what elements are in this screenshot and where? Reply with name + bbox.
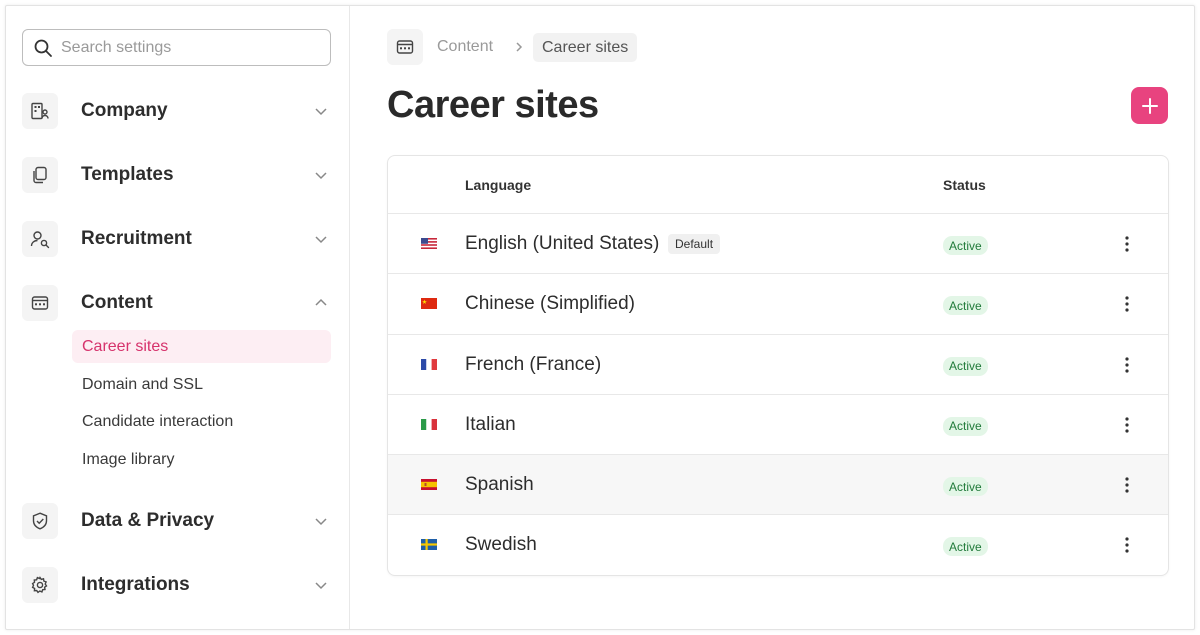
page-title: Career sites [387,84,599,126]
language-name: Swedish [465,534,537,556]
chevron-down-icon [315,518,327,526]
se-flag-icon [421,539,437,551]
sidebar-section-integrations[interactable]: Integrations [22,566,331,604]
sidebar-section-label: Company [81,100,168,121]
copy-icon [22,157,58,193]
language-name: French (France) [465,353,602,375]
settings-window: Company Templates [5,5,1195,630]
more-options-icon[interactable] [1119,355,1135,375]
language-name: Italian [465,413,516,435]
chevron-up-icon [315,298,327,306]
language-name: Spanish [465,474,534,496]
sidebar-section-templates[interactable]: Templates [22,156,331,194]
fr-flag-icon [421,358,437,370]
search-input[interactable] [61,38,321,57]
main-content: Content Career sites Career sites Langua… [350,6,1194,629]
status-badge: Active [943,477,988,497]
status-badge: Active [943,416,988,436]
search-icon [34,39,52,57]
column-header-language: Language [465,177,532,193]
status-badge: Active [943,296,988,316]
browser-window-icon [387,29,423,65]
column-header-status: Status [943,177,986,193]
es-flag-icon [421,479,437,491]
chevron-down-icon [315,172,327,180]
table-row[interactable]: Spanish Active [388,455,1168,516]
language-name: Chinese (Simplified) [465,293,636,315]
chevron-right-icon [516,42,523,52]
more-options-icon[interactable] [1119,415,1135,435]
more-options-icon[interactable] [1119,475,1135,495]
sidebar-section-label: Integrations [81,574,190,595]
us-flag-icon [421,238,437,249]
table-row[interactable]: French (France) Active [388,335,1168,395]
breadcrumb-parent-link[interactable]: Content [437,38,493,56]
search-box[interactable] [22,29,331,66]
sidebar-item-domain-ssl[interactable]: Domain and SSL [72,368,331,401]
sidebar-section-label: Templates [81,164,174,185]
it-flag-icon [421,418,437,430]
sidebar-section-data-privacy[interactable]: Data & Privacy [22,502,331,540]
status-badge: Active [943,236,988,255]
plus-icon [1141,97,1158,114]
more-options-icon[interactable] [1119,535,1135,555]
add-career-site-button[interactable] [1131,87,1168,124]
chevron-down-icon [315,236,327,244]
status-badge: Active [943,537,988,557]
chevron-down-icon [315,582,327,590]
sidebar-item-career-sites[interactable]: Career sites [72,330,331,363]
table-row[interactable]: Italian Active [388,395,1168,456]
sidebar-section-label: Recruitment [81,228,192,249]
sidebar-section-label: Data & Privacy [81,510,215,531]
career-sites-table: Language Status English (United States) … [387,155,1169,576]
table-row[interactable]: Swedish Active [388,515,1168,575]
sidebar-section-recruitment[interactable]: Recruitment [22,220,331,258]
breadcrumb-current: Career sites [533,33,638,62]
chevron-down-icon [315,108,327,116]
sidebar-item-candidate-interaction[interactable]: Candidate interaction [72,405,331,438]
sidebar-section-label: Content [81,292,153,313]
gear-icon [22,567,58,603]
shield-check-icon [22,503,58,539]
more-options-icon[interactable] [1119,294,1135,314]
sidebar-section-content[interactable]: Content [22,284,331,322]
building-person-icon [22,93,58,129]
status-badge: Active [943,356,988,376]
sidebar-section-company[interactable]: Company [22,92,331,130]
cn-flag-icon [421,298,437,310]
user-search-icon [22,221,58,257]
sidebar: Company Templates [6,6,350,629]
more-options-icon[interactable] [1119,234,1135,254]
table-row[interactable]: English (United States) Default Active [388,214,1168,275]
sidebar-item-image-library[interactable]: Image library [72,443,331,476]
browser-window-icon [22,285,58,321]
table-header: Language Status [388,156,1168,214]
language-name: English (United States) [465,233,660,254]
default-badge: Default [668,234,721,254]
table-row[interactable]: Chinese (Simplified) Active [388,274,1168,335]
